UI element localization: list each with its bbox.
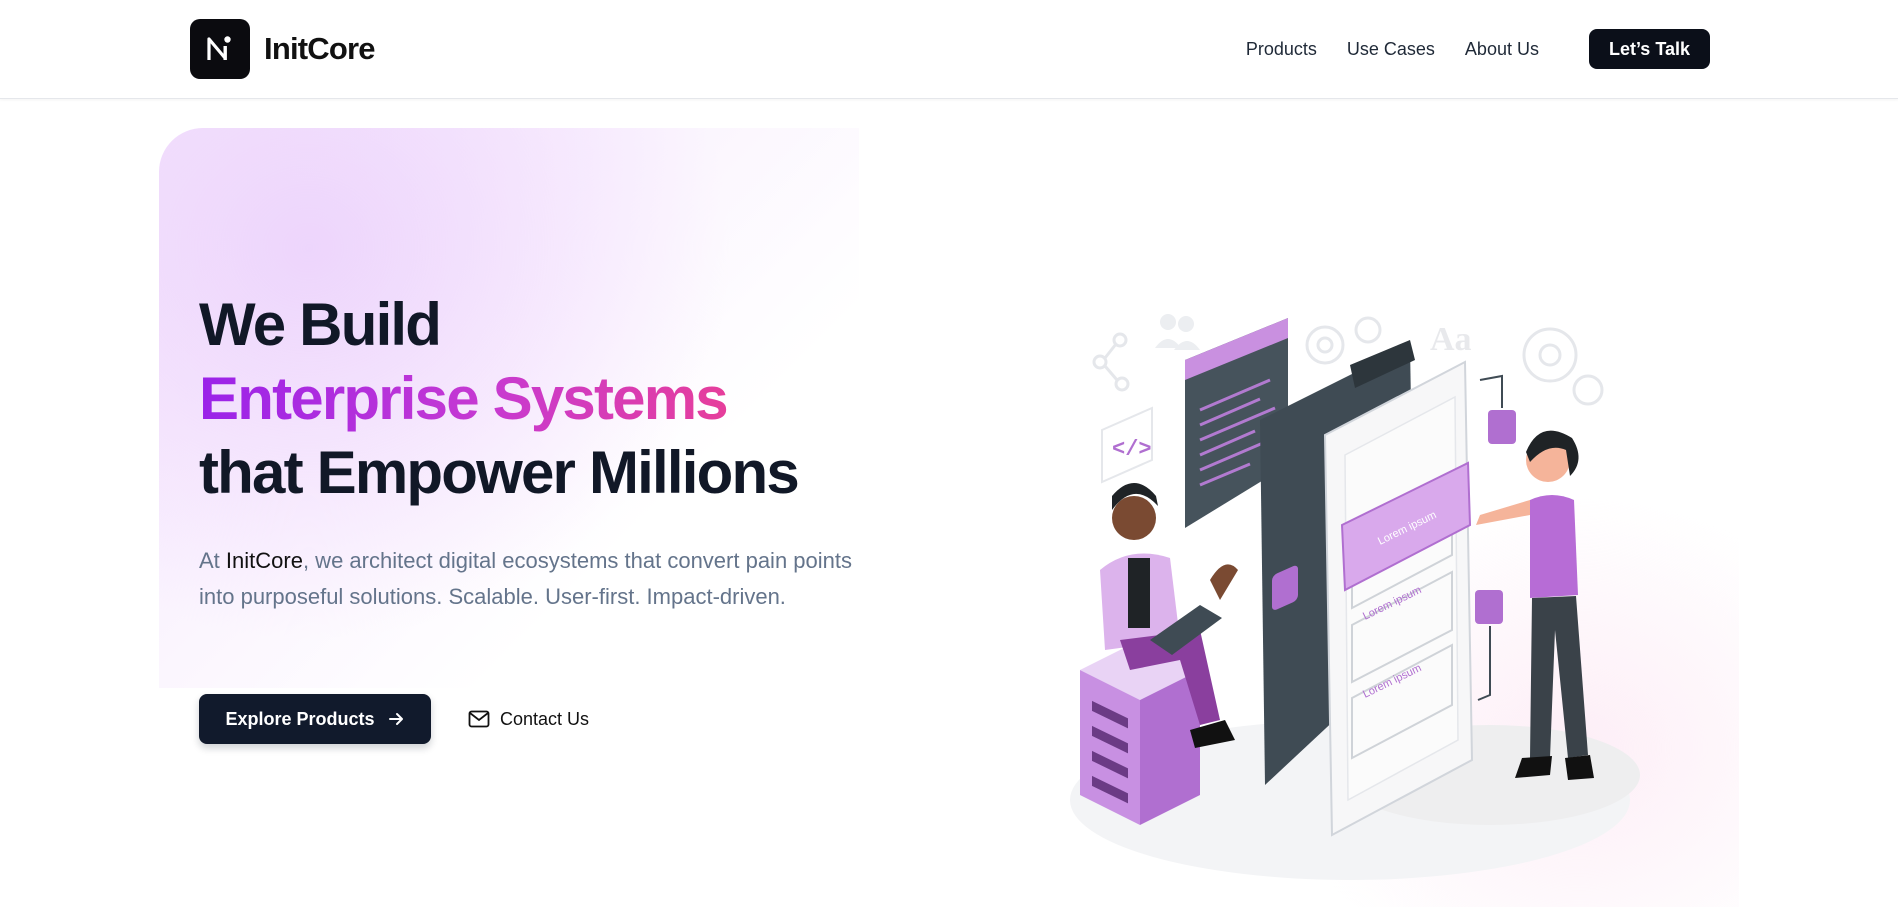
hero-title-line-3: that Empower Millions	[199, 439, 800, 506]
users-icon	[1155, 314, 1200, 350]
logo-icon	[190, 19, 250, 79]
hero-illustration: Aa </> Lorem ipsum Lorem ipsum Lorem ips…	[1060, 300, 1750, 890]
brand-name: InitCore	[264, 31, 376, 66]
share-icon	[1092, 332, 1130, 392]
nav-link-use-cases[interactable]: Use Cases	[1347, 39, 1435, 60]
hero-title-line-1: We Build	[199, 291, 442, 358]
explore-products-label: Explore Products	[225, 708, 375, 729]
hero-title: We Build Enterprise Systems that Empower…	[199, 288, 800, 510]
code-bubble-icon: </>	[1101, 406, 1153, 484]
main-nav: Products Use Cases About Us Let’s Talk	[1246, 29, 1710, 69]
site-header: InitCore Products Use Cases About Us Let…	[0, 0, 1898, 99]
svg-text:</>: </>	[1112, 437, 1152, 462]
lets-talk-button[interactable]: Let’s Talk	[1588, 29, 1710, 69]
nav-link-about-us[interactable]: About Us	[1465, 39, 1539, 60]
desc-brand: InitCore	[225, 548, 303, 573]
hero-description: At InitCore, we architect digital ecosys…	[199, 543, 869, 615]
mail-icon	[468, 710, 490, 728]
heart-badge-icon	[1475, 590, 1503, 624]
contact-us-button[interactable]: Contact Us	[468, 700, 589, 738]
contact-us-label: Contact Us	[500, 708, 590, 729]
desc-prefix: At	[199, 548, 226, 573]
arrow-right-icon	[387, 710, 405, 728]
explore-products-button[interactable]: Explore Products	[199, 694, 431, 744]
brand-logo[interactable]: InitCore	[190, 19, 376, 79]
nav-link-products[interactable]: Products	[1246, 39, 1317, 60]
deco-letters: Aa	[1430, 321, 1472, 358]
hero-title-highlight: Enterprise Systems	[199, 365, 729, 432]
illustration-svg: Aa </> Lorem ipsum Lorem ipsum Lorem ips…	[1070, 314, 1640, 880]
document-badge-icon	[1488, 410, 1516, 444]
